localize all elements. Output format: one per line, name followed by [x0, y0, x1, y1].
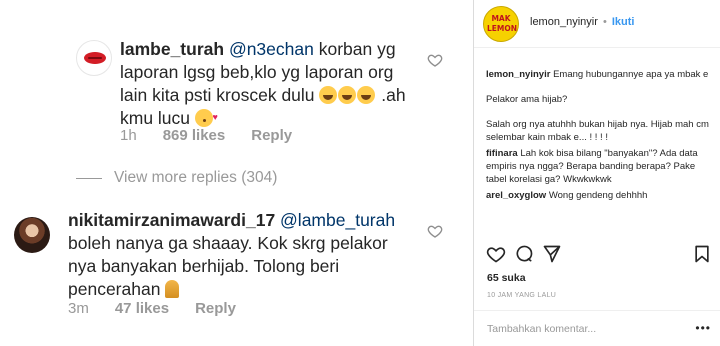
share-icon[interactable] — [542, 244, 562, 264]
commenter-username[interactable]: arel_oxyglow — [486, 190, 546, 201]
reply-text: Wong gendeng dehhhh — [548, 190, 648, 201]
view-more-replies[interactable]: View more replies (304) — [76, 169, 277, 187]
post-timestamp: 10 JAM YANG LALU — [487, 292, 557, 299]
more-options-icon[interactable]: ••• — [695, 321, 711, 335]
reply-button[interactable]: Reply — [251, 127, 292, 144]
post-sidebar: MAK LEMON lemon_nyinyir • Ikuti lemon_ny… — [473, 0, 720, 346]
like-heart-icon[interactable] — [427, 52, 443, 68]
comment-text: nikitamirzanimawardi_17 @lambe_turah bol… — [68, 209, 398, 301]
post-header: MAK LEMON lemon_nyinyir • Ikuti — [474, 0, 720, 48]
reply-button[interactable]: Reply — [195, 300, 236, 317]
account-logo: MAK LEMON — [487, 14, 518, 33]
like-heart-icon[interactable] — [427, 223, 443, 239]
avatar[interactable] — [14, 217, 50, 253]
caption-username[interactable]: lemon_nyinyir — [486, 69, 550, 80]
comment-likes[interactable]: 869 likes — [163, 127, 226, 144]
zoomed-comments-panel: lambe_turah @n3echan korban yg laporan l… — [0, 0, 470, 346]
kiss-emoji-icon — [194, 106, 218, 129]
comment-meta: 1h 869 likes Reply — [120, 127, 292, 144]
comment-username[interactable]: nikitamirzanimawardi_17 — [68, 210, 275, 230]
comment-meta: 3m 47 likes Reply — [68, 300, 236, 317]
grin-sweat-emoji-icon — [319, 86, 338, 104]
separator-dot: • — [602, 16, 607, 28]
comment-input[interactable]: Tambahkan komentar... — [487, 323, 596, 335]
caption-line: Pelakor ama hijab? — [486, 94, 568, 105]
view-more-label[interactable]: View more replies (304) — [114, 169, 277, 187]
bookmark-icon[interactable] — [692, 244, 712, 264]
list-item: fifinara Lah kok bisa bilang "banyakan"?… — [486, 147, 714, 186]
account-username[interactable]: lemon_nyinyir — [530, 16, 598, 28]
comment-likes[interactable]: 47 likes — [115, 300, 169, 317]
list-item: arel_oxyglow Wong gendeng dehhhh — [486, 189, 714, 202]
comment-icon[interactable] — [514, 244, 534, 264]
comment-mention[interactable]: @lambe_turah — [280, 210, 395, 230]
commenter-username[interactable]: fifinara — [486, 148, 518, 159]
avatar[interactable] — [76, 40, 112, 76]
comment-username[interactable]: lambe_turah — [120, 39, 224, 59]
reply-text: Lah kok bisa bilang "banyakan"? Ada data… — [486, 148, 698, 185]
comment-time: 1h — [120, 127, 137, 144]
grin-sweat-emoji-icon — [338, 86, 357, 104]
post-actions — [486, 244, 716, 266]
praying-hands-emoji-icon — [165, 280, 180, 298]
follow-button[interactable]: Ikuti — [612, 16, 635, 28]
like-count[interactable]: 65 suka — [487, 272, 526, 284]
comment-text: lambe_turah @n3echan korban yg laporan l… — [120, 38, 420, 130]
avatar[interactable]: MAK LEMON — [483, 6, 519, 42]
post-comments: lemon_nyinyir Emang hubungannye apa ya m… — [486, 68, 714, 205]
caption-line: Emang hubungannye apa ya mbak e — [553, 69, 709, 80]
divider-line — [76, 177, 102, 179]
grin-sweat-emoji-icon — [357, 86, 376, 104]
caption: lemon_nyinyir Emang hubungannye apa ya m… — [486, 68, 714, 81]
comment-time: 3m — [68, 300, 89, 317]
lips-logo-icon — [84, 52, 106, 64]
comment-body: boleh nanya ga shaaay. Kok skrg pelakor … — [68, 233, 388, 299]
comment-input-area: Tambahkan komentar... ••• — [474, 310, 720, 346]
heart-icon[interactable] — [486, 244, 506, 264]
post-header-user: lemon_nyinyir • Ikuti — [530, 16, 634, 28]
caption-line: Salah org nya atuhhh bukan hijab nya. Hi… — [486, 119, 709, 143]
comment-mention[interactable]: @n3echan — [229, 39, 314, 59]
